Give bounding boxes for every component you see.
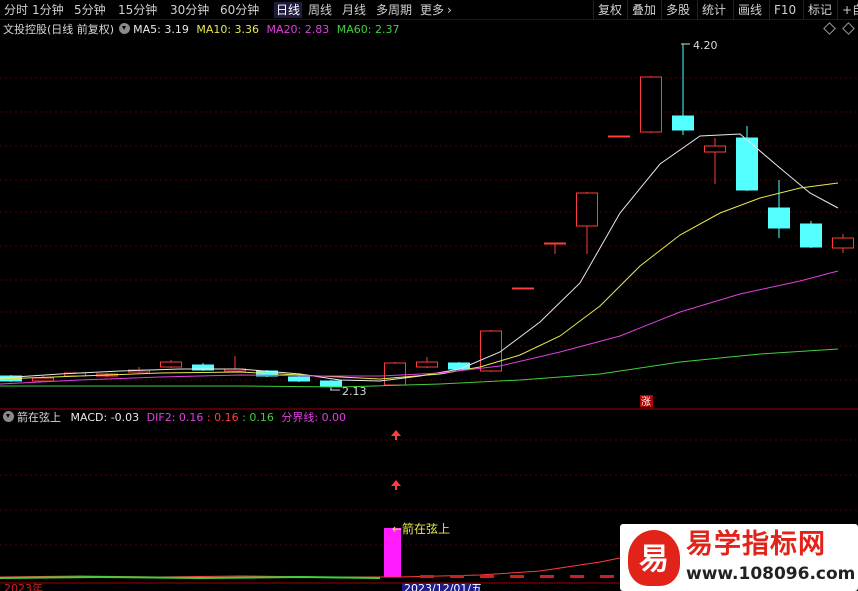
watermark-logo: 易 易学指标网 www.108096.com	[620, 524, 858, 591]
macd-strip-green	[0, 575, 381, 580]
candle-body-21	[704, 145, 726, 153]
low-marker-label: 2.13	[342, 385, 367, 398]
candle-body-12	[416, 361, 438, 368]
tab-period-4[interactable]: 30分钟	[170, 2, 209, 18]
high-marker-label: 4.20	[693, 39, 718, 52]
logo-char: 易	[639, 542, 669, 577]
toolbar-button-2[interactable]: 多股	[661, 0, 690, 20]
toolbar-button-6[interactable]: 标记	[803, 0, 832, 20]
dropdown-icon[interactable]	[119, 23, 131, 34]
tab-period-0[interactable]: 分时	[4, 2, 28, 18]
ma5-line	[0, 133, 839, 382]
value-green: 0.16	[249, 411, 274, 424]
main-panel-info: 文投控股(日线 前复权) MA5: 3.19 MA10: 3.36 MA20: 2…	[0, 22, 399, 38]
dif2-value: 0.16	[178, 411, 204, 424]
candle-body-17	[576, 192, 598, 227]
more-arrow-icon[interactable]: ›	[447, 2, 452, 18]
tab-period-9[interactable]: 多周期	[376, 2, 412, 18]
candle-body-9	[288, 376, 310, 382]
ma10-label: MA10:	[196, 23, 232, 36]
dropdown-icon[interactable]	[3, 411, 14, 422]
ma60-line	[0, 348, 839, 388]
boundary-value: 0.00	[321, 411, 347, 424]
limit-up-tag: 涨	[641, 396, 651, 408]
year-label: 2023年	[4, 581, 43, 591]
toolbar-button-4[interactable]: 画线	[733, 0, 762, 20]
candle-body-24	[800, 223, 822, 248]
ma20-label: MA20:	[266, 23, 302, 36]
logo-url: www.108096.com	[686, 564, 856, 584]
tab-period-3[interactable]: 15分钟	[118, 2, 157, 18]
candle-body-25	[832, 237, 854, 249]
candle-body-14	[480, 330, 502, 372]
logo-title: 易学指标网	[686, 529, 826, 560]
toolbar-button-1[interactable]: 叠加	[627, 0, 656, 20]
macd-value: -0.03	[110, 411, 140, 424]
toolbar-button-7[interactable]: +自	[837, 0, 858, 20]
toolbar-button-0[interactable]: 复权	[593, 0, 622, 20]
period-toolbar: 分时 1分钟 5分钟 15分钟 30分钟 60分钟 日线 周线 月线 多周期 更多 › 复权 叠加 多股 统计…	[0, 0, 858, 20]
tab-period-5[interactable]: 60分钟	[220, 2, 259, 18]
candle-group	[0, 44, 854, 390]
boundary-label: 分界线:	[281, 411, 319, 424]
macd-bar-4	[540, 575, 554, 578]
value-red: 0.16	[214, 411, 239, 424]
sub-panel-info: 箭在弦上 MACD: -0.03 DIF2: 0.16 : 0.16 : 0.1…	[0, 410, 346, 426]
macd-bar-1	[450, 575, 464, 578]
candle-body-10	[320, 380, 342, 387]
ma60-value: 2.37	[374, 23, 400, 36]
ma10-value: 3.36	[234, 23, 260, 36]
dif-line	[0, 557, 621, 578]
macd-bar-3	[510, 575, 524, 578]
candle-body-1	[32, 377, 54, 382]
ma5-value: 3.19	[164, 23, 189, 36]
candle-body-5	[160, 361, 182, 368]
candle-body-20	[672, 115, 694, 131]
tab-period-8[interactable]: 月线	[342, 2, 366, 18]
dif2-label: DIF2:	[146, 411, 176, 424]
candle-body-18	[608, 135, 630, 138]
tab-period-7[interactable]: 周线	[308, 2, 332, 18]
date-label: 2023/12/01/五	[404, 582, 482, 591]
indicator-name: 箭在弦上	[17, 411, 61, 424]
macd-bar-2	[480, 575, 494, 578]
toolbar-button-5[interactable]: F10	[769, 0, 796, 20]
candle-body-19	[640, 76, 662, 133]
macd-bar-0	[420, 575, 434, 578]
tab-period-10[interactable]: 更多	[420, 2, 444, 18]
ma20-value: 2.83	[304, 23, 330, 36]
macd-label: MACD:	[70, 411, 108, 424]
candle-body-11	[384, 362, 406, 386]
tab-period-1[interactable]: 1分钟	[32, 2, 64, 18]
signal-label: ←箭在弦上	[392, 521, 450, 536]
candle-body-23	[768, 207, 790, 229]
candlestick-chart[interactable]: 4.20 2.13 涨 ←箭在弦上 2023年 2023/12/01/五	[0, 20, 858, 591]
tab-period-2[interactable]: 5分钟	[74, 2, 106, 18]
candle-body-15	[512, 287, 534, 290]
candle-body-16	[544, 242, 566, 245]
ma60-label: MA60:	[336, 23, 372, 36]
flame-logo-icon: 易	[628, 530, 680, 586]
stock-title: 文投控股(日线 前复权)	[3, 23, 115, 36]
macd-bar-5	[570, 575, 584, 578]
ma5-label: MA5:	[133, 23, 161, 36]
toolbar-button-3[interactable]: 统计	[697, 0, 726, 20]
macd-bar-6	[600, 575, 614, 578]
tab-period-6[interactable]: 日线	[274, 2, 303, 18]
